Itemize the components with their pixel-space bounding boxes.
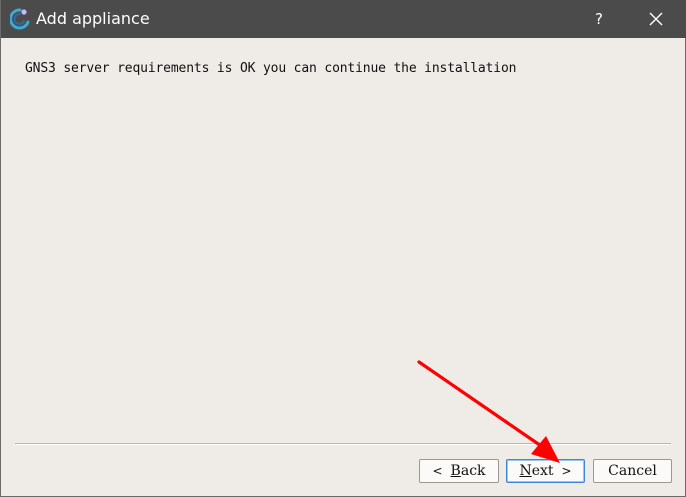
next-button-label: Next — [519, 463, 554, 479]
help-button[interactable]: ? — [576, 0, 622, 38]
gns3-logo-icon — [10, 8, 30, 30]
window-title: Add appliance — [36, 9, 150, 28]
close-icon — [649, 12, 663, 26]
chevron-left-icon: < — [432, 464, 443, 478]
chevron-right-icon: > — [561, 464, 572, 478]
close-button[interactable] — [633, 0, 679, 38]
next-button[interactable]: Next > — [506, 459, 585, 483]
back-button-label: Back — [450, 463, 486, 479]
back-button[interactable]: < Back — [419, 459, 499, 483]
footer-separator — [15, 443, 671, 445]
cancel-button[interactable]: Cancel — [593, 459, 672, 483]
requirements-message: GNS3 server requirements is OK you can c… — [25, 61, 517, 76]
add-appliance-dialog: Add appliance ? GNS3 server requirements… — [0, 0, 686, 497]
title-bar[interactable]: Add appliance ? — [1, 0, 686, 38]
